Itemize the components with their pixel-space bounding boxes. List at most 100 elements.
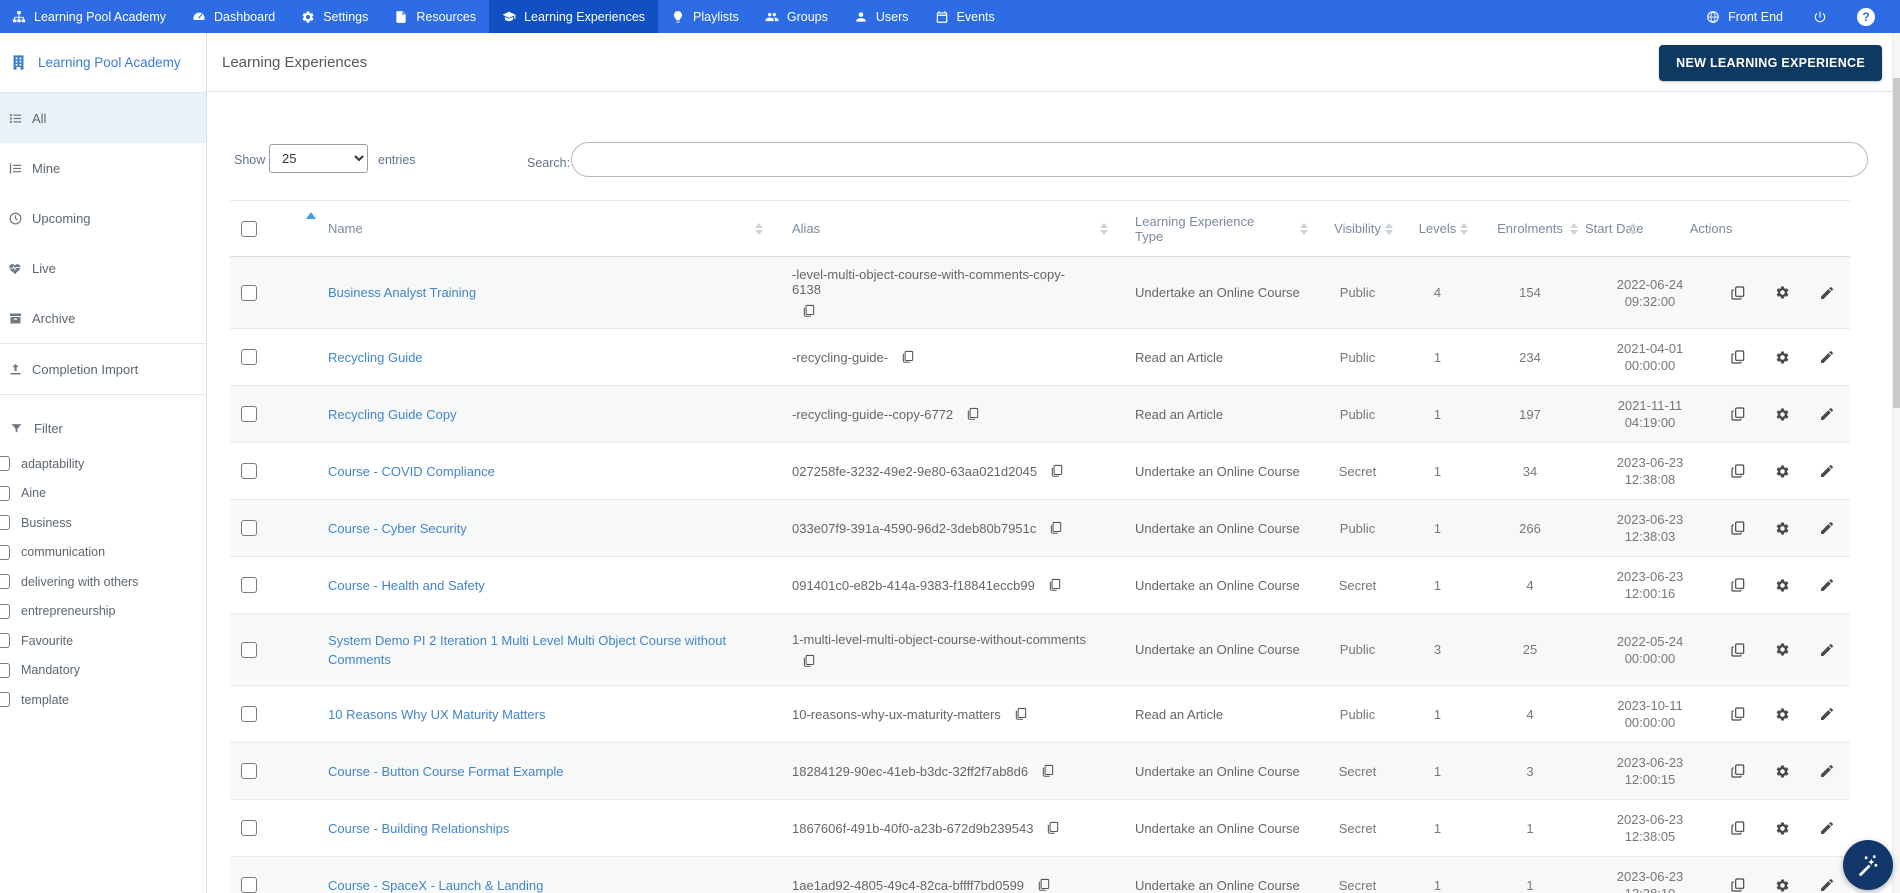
copy-alias-icon[interactable] [802,654,816,668]
copy-alias-icon[interactable] [1046,821,1060,835]
select-all-checkbox[interactable] [241,221,257,237]
nav-item-help[interactable]: ? [1844,8,1888,26]
edit-row-button[interactable] [1819,877,1835,893]
nav-item-front-end[interactable]: Front End [1693,10,1796,24]
edit-row-button[interactable] [1819,463,1835,479]
filter-checkbox[interactable] [0,604,10,619]
row-name-link[interactable]: Course - COVID Compliance [328,462,495,481]
edit-row-button[interactable] [1819,642,1835,658]
filter-checkbox[interactable] [0,486,10,501]
row-settings-button[interactable] [1775,464,1790,479]
edit-row-button[interactable] [1819,285,1835,301]
duplicate-row-button[interactable] [1730,463,1746,479]
edit-row-button[interactable] [1819,577,1835,593]
column-header-name[interactable]: Name [290,201,770,256]
sidebar-item-upcoming[interactable]: Upcoming [0,193,206,243]
row-checkbox[interactable] [241,763,257,779]
row-name-link[interactable]: 10 Reasons Why UX Maturity Matters [328,705,545,724]
copy-alias-icon[interactable] [1041,764,1055,778]
row-settings-button[interactable] [1775,707,1790,722]
column-header-type[interactable]: Learning Experience Type [1115,201,1315,256]
row-settings-button[interactable] [1775,407,1790,422]
row-settings-button[interactable] [1775,821,1790,836]
row-settings-button[interactable] [1775,878,1790,893]
nav-item-events[interactable]: Events [922,0,1008,33]
sidebar-brand[interactable]: Learning Pool Academy [0,33,206,93]
nav-item-users[interactable]: Users [841,0,922,33]
row-checkbox[interactable] [241,706,257,722]
row-checkbox[interactable] [241,820,257,836]
row-name-link[interactable]: Course - Health and Safety [328,576,485,595]
row-checkbox[interactable] [241,285,257,301]
row-checkbox[interactable] [241,349,257,365]
copy-alias-icon[interactable] [1014,707,1028,721]
row-settings-button[interactable] [1775,350,1790,365]
row-name-link[interactable]: Course - SpaceX - Launch & Landing [328,876,543,893]
duplicate-row-button[interactable] [1730,706,1746,722]
search-input[interactable] [571,142,1868,177]
column-header-enrolments[interactable]: Enrolments [1475,201,1585,256]
filter-checkbox[interactable] [0,574,10,589]
filter-checkbox[interactable] [0,633,10,648]
row-name-link[interactable]: Business Analyst Training [328,283,476,302]
row-name-link[interactable]: Course - Button Course Format Example [328,762,564,781]
row-settings-button[interactable] [1775,521,1790,536]
nav-item-learning-experiences[interactable]: Learning Experiences [489,0,658,33]
edit-row-button[interactable] [1819,349,1835,365]
edit-row-button[interactable] [1819,706,1835,722]
copy-alias-icon[interactable] [1049,521,1063,535]
column-header-visibility[interactable]: Visibility [1315,201,1400,256]
edit-row-button[interactable] [1819,406,1835,422]
row-settings-button[interactable] [1775,764,1790,779]
duplicate-row-button[interactable] [1730,763,1746,779]
copy-alias-icon[interactable] [1037,878,1051,892]
sidebar-item-archive[interactable]: Archive [0,293,206,343]
edit-row-button[interactable] [1819,520,1835,536]
duplicate-row-button[interactable] [1730,406,1746,422]
nav-item-groups[interactable]: Groups [752,0,841,33]
row-name-link[interactable]: Course - Building Relationships [328,819,509,838]
nav-item-logout[interactable] [1800,10,1840,24]
nav-item-dashboard[interactable]: Dashboard [179,0,288,33]
row-checkbox[interactable] [241,577,257,593]
duplicate-row-button[interactable] [1730,285,1746,301]
row-settings-button[interactable] [1775,285,1790,300]
scrollbar-thumb[interactable] [1893,78,1900,408]
duplicate-row-button[interactable] [1730,520,1746,536]
row-name-link[interactable]: Recycling Guide [328,348,423,367]
filter-checkbox[interactable] [0,515,10,530]
row-checkbox[interactable] [241,463,257,479]
row-checkbox[interactable] [241,520,257,536]
filter-checkbox[interactable] [0,545,10,560]
copy-alias-icon[interactable] [901,350,915,364]
duplicate-row-button[interactable] [1730,820,1746,836]
duplicate-row-button[interactable] [1730,349,1746,365]
duplicate-row-button[interactable] [1730,577,1746,593]
sidebar-item-completion-import[interactable]: Completion Import [0,344,206,394]
row-settings-button[interactable] [1775,642,1790,657]
copy-alias-icon[interactable] [1050,464,1064,478]
column-header-levels[interactable]: Levels [1400,201,1475,256]
nav-item-settings[interactable]: Settings [288,0,381,33]
nav-item-resources[interactable]: Resources [381,0,489,33]
copy-alias-icon[interactable] [1048,578,1062,592]
edit-row-button[interactable] [1819,820,1835,836]
new-learning-experience-button[interactable]: NEW LEARNING EXPERIENCE [1659,45,1882,81]
copy-alias-icon[interactable] [966,407,980,421]
filter-checkbox[interactable] [0,663,10,678]
page-size-select[interactable]: 25 [269,144,368,173]
row-settings-button[interactable] [1775,578,1790,593]
row-name-link[interactable]: Course - Cyber Security [328,519,467,538]
duplicate-row-button[interactable] [1730,642,1746,658]
column-header-alias[interactable]: Alias [770,201,1115,256]
magic-wand-fab[interactable] [1843,840,1893,890]
sidebar-item-all[interactable]: All [0,93,206,143]
filter-checkbox[interactable] [0,456,10,471]
copy-alias-icon[interactable] [802,304,816,318]
row-checkbox[interactable] [241,877,257,893]
nav-item-playlists[interactable]: Playlists [658,0,752,33]
row-name-link[interactable]: Recycling Guide Copy [328,405,457,424]
row-checkbox[interactable] [241,406,257,422]
sidebar-item-live[interactable]: Live [0,243,206,293]
row-checkbox[interactable] [241,642,257,658]
